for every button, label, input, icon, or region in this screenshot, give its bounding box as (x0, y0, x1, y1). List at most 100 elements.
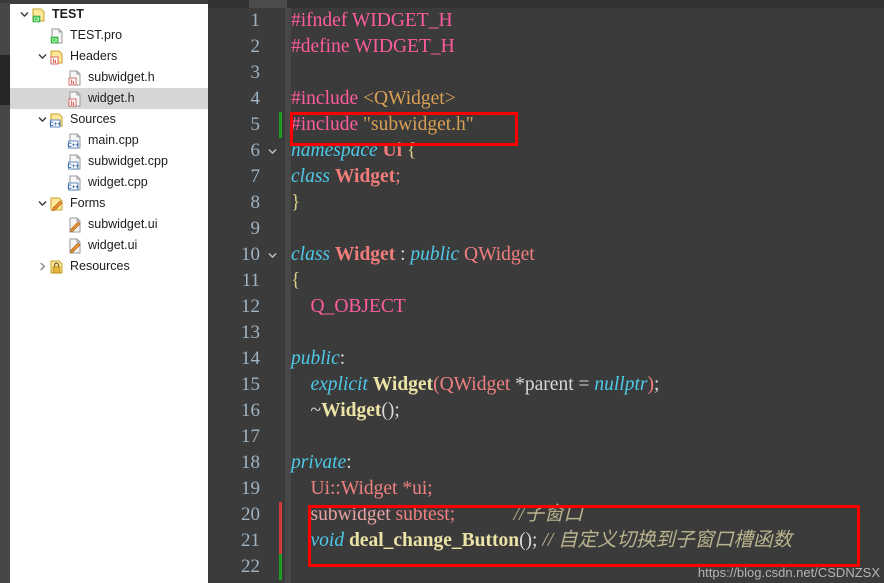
code-token: #define WIDGET_H (291, 36, 455, 57)
gutter-row[interactable]: 15 (208, 372, 285, 398)
header-file-icon: h (67, 91, 83, 107)
tree-item-label: subwidget.ui (88, 217, 158, 231)
line-number: 15 (241, 374, 260, 395)
fold-chevron-down-icon[interactable] (265, 242, 279, 268)
gutter-row[interactable]: 21 (208, 528, 285, 554)
chevron-down-icon[interactable] (18, 4, 31, 25)
tree-item-resources[interactable]: Resources (10, 256, 208, 277)
tree-item-main-cpp[interactable]: C++ main.cpp (10, 130, 208, 151)
chevron-down-icon[interactable] (36, 46, 49, 67)
gutter-row[interactable]: 1 (208, 8, 285, 34)
headers-folder-icon: h (49, 49, 65, 65)
code-line[interactable]: private: (291, 450, 352, 476)
gutter-row[interactable]: 20 (208, 502, 285, 528)
code-token: explicit (291, 374, 373, 395)
tree-item-widget-cpp[interactable]: C++ widget.cpp (10, 172, 208, 193)
tree-item-forms[interactable]: Forms (10, 193, 208, 214)
code-line[interactable]: #include <QWidget> (291, 86, 456, 112)
tree-item-subwidget-h[interactable]: h subwidget.h (10, 67, 208, 88)
tree-arrow-placeholder (54, 67, 67, 88)
gutter-row[interactable]: 22 (208, 554, 285, 580)
sources-folder-icon: C++ (49, 112, 65, 128)
gutter-row[interactable]: 19 (208, 476, 285, 502)
tree-item-widget-ui[interactable]: widget.ui (10, 235, 208, 256)
code-line[interactable]: { (291, 268, 300, 294)
mode-strip-active-segment[interactable] (0, 55, 10, 105)
code-token: ; (653, 374, 660, 395)
code-token: #include (291, 88, 364, 109)
gutter-row[interactable]: 13 (208, 320, 285, 346)
gutter-row[interactable]: 8 (208, 190, 285, 216)
chevron-right-icon[interactable] (36, 256, 49, 277)
chevron-down-icon[interactable] (36, 109, 49, 130)
editor-tab-stub[interactable] (249, 0, 287, 8)
gutter-row[interactable]: 4 (208, 86, 285, 112)
tree-item-test-pro[interactable]: Qt TEST.pro (10, 25, 208, 46)
gutter-row[interactable]: 7 (208, 164, 285, 190)
svg-text:h: h (53, 58, 57, 65)
line-number: 20 (241, 504, 260, 525)
tree-item-subwidget-cpp[interactable]: C++ subwidget.cpp (10, 151, 208, 172)
code-token: subwidget (291, 504, 391, 525)
line-number: 22 (241, 556, 260, 577)
gutter-row[interactable]: 16 (208, 398, 285, 424)
tree-item-subwidget-ui[interactable]: subwidget.ui (10, 214, 208, 235)
project-tree[interactable]: Qt TEST Qt TEST.pro h Headers h subwidget.h h wid… (10, 4, 208, 277)
code-line[interactable]: namespace Ui { (291, 138, 416, 164)
tree-item-sources[interactable]: C++ Sources (10, 109, 208, 130)
code-line[interactable]: public: (291, 346, 345, 372)
line-number: 8 (250, 192, 261, 213)
gutter-row[interactable]: 5 (208, 112, 285, 138)
code-line[interactable]: class Widget; (291, 164, 401, 190)
code-line[interactable]: Q_OBJECT (291, 294, 406, 320)
tree-item-label: Sources (70, 112, 116, 126)
line-number: 12 (241, 296, 260, 317)
line-number: 19 (241, 478, 260, 499)
tree-item-test[interactable]: Qt TEST (10, 4, 208, 25)
gutter-row[interactable]: 14 (208, 346, 285, 372)
fold-chevron-down-icon[interactable] (265, 138, 279, 164)
code-line[interactable]: } (291, 190, 300, 216)
code-line[interactable]: class Widget : public QWidget (291, 242, 535, 268)
code-line[interactable]: #include "subwidget.h" (291, 112, 474, 138)
gutter-row[interactable]: 12 (208, 294, 285, 320)
svg-text:C++: C++ (50, 122, 62, 128)
gutter-row[interactable]: 9 (208, 216, 285, 242)
code-text-area[interactable]: #ifndef WIDGET_H #define WIDGET_H #include… (291, 8, 884, 583)
mode-selector-strip[interactable] (0, 0, 10, 583)
code-line[interactable]: Ui::Widget *ui; (291, 476, 433, 502)
gutter-row[interactable]: 6 (208, 138, 285, 164)
tree-item-label: Forms (70, 196, 106, 210)
code-token: #ifndef WIDGET_H (291, 10, 453, 31)
code-line[interactable]: explicit Widget(QWidget *parent = nullpt… (291, 372, 660, 398)
code-line[interactable]: ~Widget(); (291, 398, 400, 424)
gutter-row[interactable]: 2 (208, 34, 285, 60)
code-token: *parent = (510, 374, 595, 395)
code-token: Widget (321, 400, 382, 421)
tree-item-widget-h[interactable]: h widget.h (10, 88, 208, 109)
code-line[interactable]: subwidget subtest; //子窗口 (291, 502, 583, 528)
gutter-row[interactable]: 11 (208, 268, 285, 294)
gutter-row[interactable]: 17 (208, 424, 285, 450)
line-number: 4 (250, 88, 261, 109)
code-token: QWidget (439, 374, 511, 395)
chevron-down-icon[interactable] (36, 193, 49, 214)
code-token: ; (395, 166, 401, 187)
code-line[interactable]: #ifndef WIDGET_H (291, 8, 453, 34)
gutter-row[interactable]: 10 (208, 242, 285, 268)
tree-item-headers[interactable]: h Headers (10, 46, 208, 67)
code-editor[interactable]: 1 2 3 4 5 6 7 8 9 10 11 12 13 14 15 16 17 18 19 20 21 22 #ifn… (208, 0, 884, 583)
project-tree-sidebar[interactable]: Qt TEST Qt TEST.pro h Headers h subwidget.h h wid… (10, 0, 208, 583)
code-line[interactable]: #define WIDGET_H (291, 34, 455, 60)
line-number-gutter[interactable]: 1 2 3 4 5 6 7 8 9 10 11 12 13 14 15 16 17 18 19 20 21 22 (208, 8, 285, 583)
code-token: : (346, 452, 352, 473)
gutter-row[interactable]: 18 (208, 450, 285, 476)
line-number: 2 (250, 36, 261, 57)
tree-item-label: widget.cpp (88, 175, 148, 189)
ui-file-icon (67, 238, 83, 254)
gutter-row[interactable]: 3 (208, 60, 285, 86)
text-cursor (280, 112, 282, 134)
code-token: // 自定义切换到子窗口槽函数 (537, 530, 793, 551)
code-line[interactable]: void deal_change_Button(); // 自定义切换到子窗口槽… (291, 528, 793, 554)
